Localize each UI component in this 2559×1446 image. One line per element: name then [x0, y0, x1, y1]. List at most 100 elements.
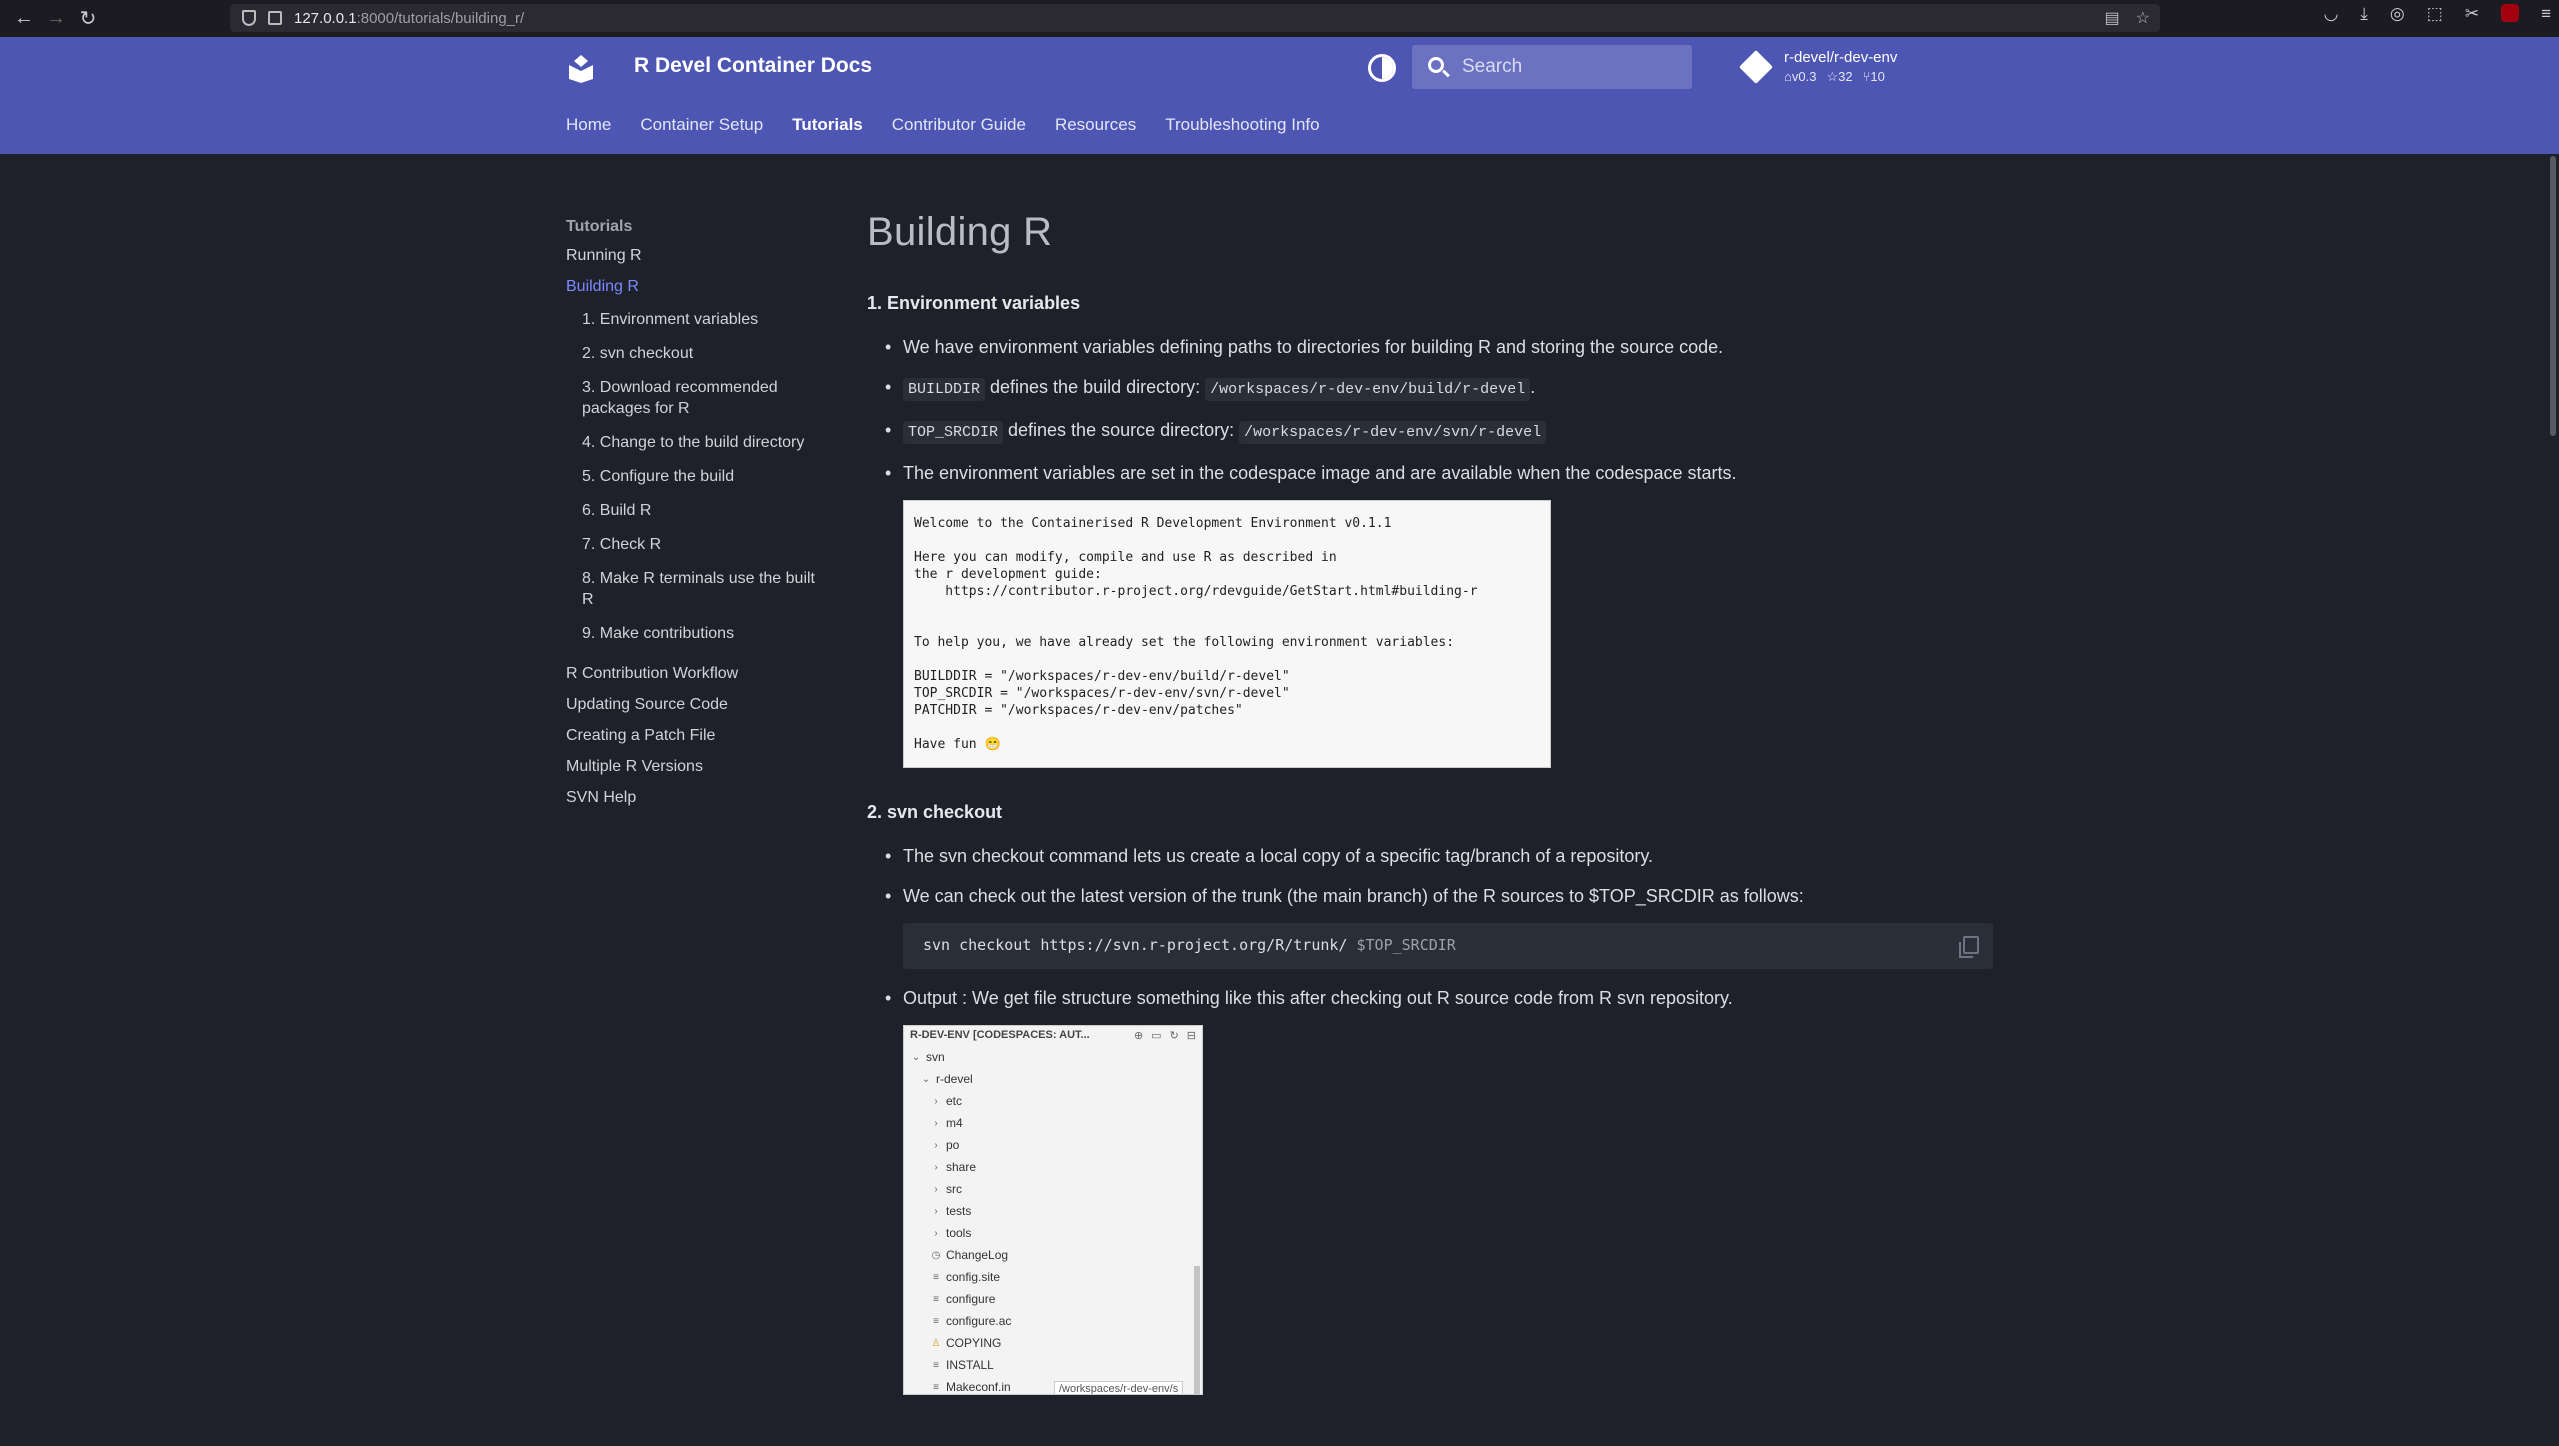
- tab-container-setup[interactable]: Container Setup: [640, 115, 763, 135]
- tab-resources[interactable]: Resources: [1055, 115, 1136, 135]
- git-icon: [1739, 50, 1773, 84]
- chevron-down-icon: ⌄: [921, 1073, 931, 1085]
- ublock-icon[interactable]: [2501, 4, 2520, 22]
- sidebar-item-updating-source[interactable]: Updating Source Code: [566, 696, 826, 714]
- collapse-icon: ⊟: [1186, 1030, 1196, 1042]
- refresh-icon: ↻: [1169, 1030, 1179, 1042]
- url-path: :8000/tutorials/building_r/: [356, 9, 525, 27]
- copy-icon[interactable]: [1959, 936, 1979, 958]
- explorer-row: › po: [904, 1134, 1202, 1156]
- sidebar-item-svn-help[interactable]: SVN Help: [566, 789, 826, 807]
- explorer-row-label: tools: [946, 1226, 972, 1240]
- extensions-icon[interactable]: ⬚: [2427, 4, 2443, 24]
- explorer-row-label: ChangeLog: [946, 1248, 1009, 1262]
- explorer-row: › tools: [904, 1222, 1202, 1244]
- sidebar-item-building-r[interactable]: Building R: [566, 278, 826, 296]
- explorer-row-label: configure.ac: [946, 1314, 1012, 1328]
- inline-code: /workspaces/r-dev-env/build/r-devel: [1205, 378, 1531, 401]
- list-item: Output : We get file structure something…: [885, 985, 1997, 1011]
- explorer-row-label: Makeconf.in: [946, 1380, 1011, 1394]
- file-icon: ≡: [933, 1293, 939, 1305]
- toc-item[interactable]: 2. svn checkout: [582, 343, 826, 364]
- pocket-icon[interactable]: ◡: [2324, 4, 2339, 24]
- toc-item[interactable]: 7. Check R: [582, 534, 826, 555]
- shield-icon[interactable]: [242, 10, 256, 26]
- list-text: defines the source directory:: [1003, 420, 1240, 440]
- bookmark-star-icon[interactable]: ☆: [2136, 8, 2150, 28]
- stars-icon: ☆32: [1826, 69, 1853, 84]
- toc-item[interactable]: 3. Download recommended packages for R: [582, 377, 826, 419]
- search-box[interactable]: [1412, 45, 1692, 89]
- sidebar-item-patch-file[interactable]: Creating a Patch File: [566, 727, 826, 745]
- theme-toggle-icon[interactable]: [1368, 54, 1396, 82]
- clock-file-icon: ◷: [931, 1249, 941, 1261]
- toc-item[interactable]: 6. Build R: [582, 500, 826, 521]
- account-icon[interactable]: ◎: [2390, 4, 2405, 24]
- back-icon[interactable]: ←: [8, 3, 40, 35]
- sidebar-heading: Tutorials: [566, 218, 633, 235]
- download-icon[interactable]: ⤓: [2360, 4, 2368, 24]
- url-host: 127.0.0.1: [294, 9, 357, 27]
- chevron-down-icon: ⌄: [911, 1051, 921, 1063]
- sidebar-item-multiple-r-versions[interactable]: Multiple R Versions: [566, 758, 826, 776]
- search-icon: [1428, 57, 1444, 73]
- explorer-row: › tests: [904, 1200, 1202, 1222]
- explorer-tree: ⌄ svn ⌄ r-devel › etc › m4 › po › share › src › tests › t…: [904, 1046, 1202, 1394]
- sidebar-toc: 1. Environment variables 2. svn checkout…: [566, 309, 826, 644]
- new-folder-icon: ▭: [1151, 1030, 1162, 1042]
- explorer-row: ≡ configure.ac: [904, 1310, 1202, 1332]
- tab-tutorials[interactable]: Tutorials: [792, 115, 863, 135]
- list-item: The svn checkout command lets us create …: [885, 843, 1997, 869]
- reload-icon[interactable]: ↻: [72, 3, 104, 35]
- file-icon: ≡: [933, 1271, 939, 1283]
- svn-list: The svn checkout command lets us create …: [867, 843, 1997, 909]
- book-logo-icon[interactable]: [566, 53, 596, 83]
- explorer-row-label: config.site: [946, 1270, 1001, 1284]
- toc-item[interactable]: 1. Environment variables: [582, 309, 826, 330]
- reader-view-icon[interactable]: ▤: [2105, 8, 2120, 28]
- explorer-row-label: COPYING: [946, 1336, 1002, 1350]
- search-input[interactable]: [1462, 53, 1682, 81]
- explorer-row-label: etc: [946, 1094, 963, 1108]
- screenshot-icon[interactable]: ✂: [2465, 4, 2479, 24]
- list-text: .: [1530, 377, 1536, 397]
- explorer-row-label: tests: [946, 1204, 972, 1218]
- list-item: We have environment variables defining p…: [885, 334, 1997, 360]
- explorer-row: ≡ config.site: [904, 1266, 1202, 1288]
- repo-link[interactable]: r-devel/r-dev-env ⌂v0.3 ☆32 ⑂10: [1739, 49, 1897, 85]
- menu-icon[interactable]: ≡: [2541, 4, 2551, 24]
- sidebar-item-contribution-workflow[interactable]: R Contribution Workflow: [566, 665, 826, 683]
- toc-item[interactable]: 5. Configure the build: [582, 466, 826, 487]
- forward-icon[interactable]: →: [40, 3, 72, 35]
- tab-home[interactable]: Home: [566, 115, 611, 135]
- explorer-row: ⌄ r-devel: [904, 1068, 1202, 1090]
- explorer-row: › src: [904, 1178, 1202, 1200]
- toc-item[interactable]: 4. Change to the build directory: [582, 432, 826, 453]
- list-item: We can check out the latest version of t…: [885, 883, 1997, 909]
- site-header: R Devel Container Docs r-devel/r-dev-env…: [0, 37, 2559, 154]
- page-title: Building R: [867, 210, 1053, 254]
- site-title[interactable]: R Devel Container Docs: [634, 54, 872, 78]
- chevron-right-icon: ›: [934, 1161, 938, 1173]
- env-vars-list: We have environment variables defining p…: [867, 334, 1997, 486]
- toc-item[interactable]: 8. Make R terminals use the built R: [582, 568, 826, 610]
- page-scrollbar[interactable]: [2547, 154, 2559, 1446]
- explorer-row-label: share: [946, 1160, 977, 1174]
- sidebar-item-running-r[interactable]: Running R: [566, 247, 826, 265]
- url-bar[interactable]: 127.0.0.1:8000/tutorials/building_r/ ▤ ☆: [230, 4, 2160, 32]
- chevron-right-icon: ›: [934, 1205, 938, 1217]
- tab-contributor-guide[interactable]: Contributor Guide: [892, 115, 1026, 135]
- chevron-right-icon: ›: [934, 1095, 938, 1107]
- explorer-row: › etc: [904, 1090, 1202, 1112]
- toc-item[interactable]: 9. Make contributions: [582, 623, 826, 644]
- chevron-right-icon: ›: [934, 1227, 938, 1239]
- chevron-right-icon: ›: [934, 1139, 938, 1151]
- explorer-title: R-DEV-ENV [CODESPACES: AUT...: [910, 1029, 1090, 1041]
- code-command: svn checkout https://svn.r-project.org/R…: [923, 936, 1357, 954]
- scrollbar-thumb[interactable]: [2550, 156, 2556, 436]
- explorer-row: ≡ INSTALL: [904, 1354, 1202, 1376]
- inline-code: TOP_SRCDIR: [903, 421, 1004, 444]
- page-info-icon[interactable]: [268, 11, 282, 25]
- tab-troubleshooting-info[interactable]: Troubleshooting Info: [1165, 115, 1319, 135]
- sidebar-nav: Tutorials Running R Building R 1. Enviro…: [566, 218, 826, 820]
